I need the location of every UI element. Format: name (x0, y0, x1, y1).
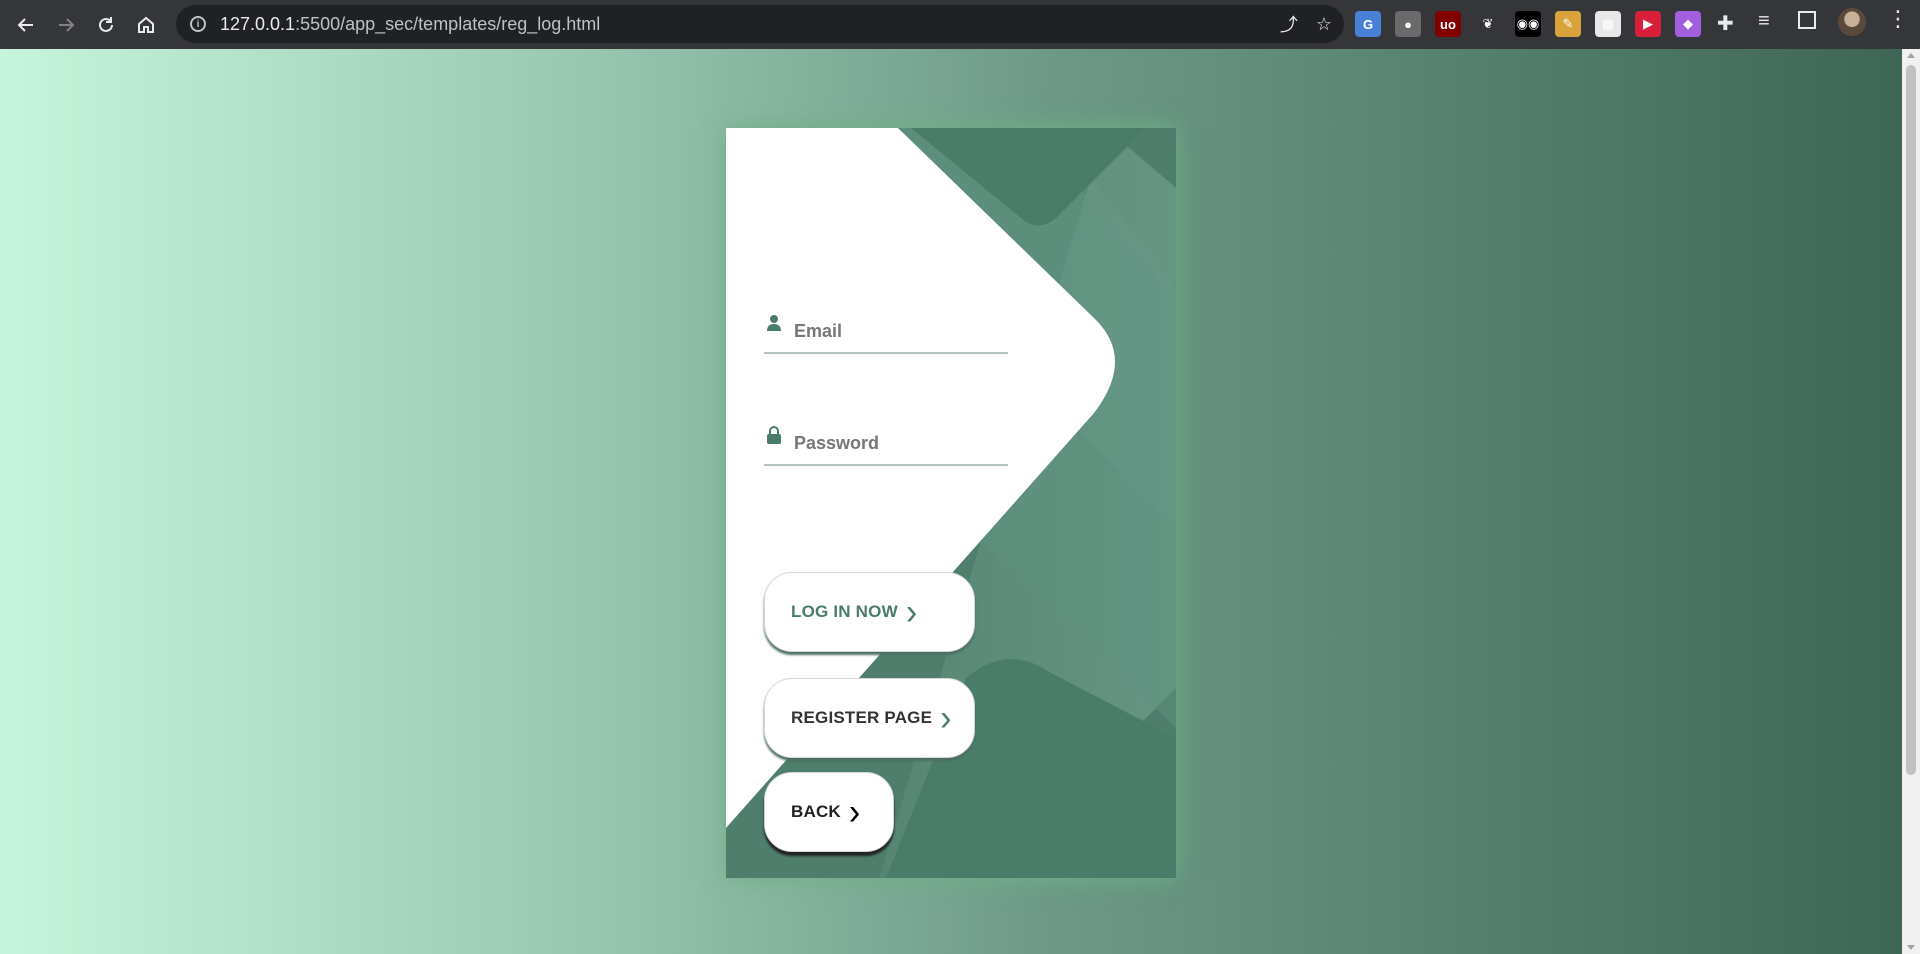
email-input[interactable] (794, 316, 1004, 346)
chevron-right-icon: › (848, 791, 861, 833)
lock-icon (767, 426, 781, 444)
back-button[interactable] (6, 5, 46, 45)
login-card: LOG IN NOW › REGISTER PAGE › BACK › (726, 128, 1176, 878)
register-page-button[interactable]: REGISTER PAGE › (764, 678, 975, 758)
login-button[interactable]: LOG IN NOW › (764, 572, 975, 652)
forward-button[interactable] (46, 5, 86, 45)
login-button-label: LOG IN NOW (791, 602, 898, 621)
scrollbar-thumb[interactable] (1906, 65, 1916, 775)
url-host: 127.0.0.1 (220, 13, 296, 34)
page-scrollbar[interactable] (1902, 49, 1920, 954)
reload-icon (99, 16, 113, 32)
share-icon[interactable]: ⤴ (1280, 11, 1298, 37)
url-text: 127.0.0.1:5500/app_sec/templates/reg_log… (220, 14, 600, 35)
extensions-bar: G ● uo ❦ ◉◉ ✎ ▦ ▶ ◆ (1355, 5, 1701, 43)
chevron-right-icon: › (905, 591, 918, 633)
translate-extension-icon[interactable]: G (1355, 11, 1381, 37)
puzzle-extensions-icon[interactable]: ✚ (1717, 11, 1734, 36)
gray-extension-icon[interactable]: ● (1395, 11, 1421, 37)
email-field (764, 296, 1008, 354)
profile-avatar[interactable] (1838, 8, 1866, 36)
ublock-extension-icon[interactable]: uo (1435, 11, 1461, 37)
colorful-extension-icon[interactable]: ✎ (1555, 11, 1581, 37)
site-info-icon[interactable]: i (190, 16, 206, 32)
home-icon (138, 16, 154, 33)
back-button-label: BACK (791, 802, 841, 821)
card-decoration (726, 128, 1176, 878)
arrow-left-icon (17, 17, 33, 32)
browser-toolbar: i 127.0.0.1:5500/app_sec/templates/reg_l… (0, 0, 1920, 49)
mask-extension-icon[interactable]: ◉◉ (1515, 11, 1541, 37)
snapshot-extension-icon[interactable]: ▦ (1595, 11, 1621, 37)
scroll-up-arrow-icon[interactable] (1907, 53, 1915, 58)
url-path: :5500/app_sec/templates/reg_log.html (295, 13, 601, 34)
arrow-right-icon (59, 17, 75, 32)
password-input[interactable] (794, 428, 1004, 458)
bookmark-star-icon[interactable]: ☆ (1316, 14, 1332, 35)
media-control-icon[interactable]: ≡ (1758, 10, 1770, 33)
register-button-label: REGISTER PAGE (791, 708, 933, 727)
home-button[interactable] (126, 5, 166, 45)
red-play-extension-icon[interactable]: ▶ (1635, 11, 1661, 37)
gnome-extension-icon[interactable]: ❦ (1475, 11, 1501, 37)
side-panel-icon[interactable] (1798, 11, 1816, 29)
kebab-menu-icon[interactable]: ⋮ (1887, 8, 1909, 30)
address-bar[interactable]: i 127.0.0.1:5500/app_sec/templates/reg_l… (176, 5, 1344, 43)
page-background: LOG IN NOW › REGISTER PAGE › BACK › (0, 49, 1902, 954)
back-page-button[interactable]: BACK › (764, 772, 894, 852)
chevron-right-icon: › (940, 697, 952, 739)
scroll-down-arrow-icon[interactable] (1907, 945, 1915, 950)
user-icon (767, 315, 781, 331)
purple-extension-icon[interactable]: ◆ (1675, 11, 1701, 37)
reload-button[interactable] (86, 5, 126, 45)
password-field (764, 408, 1008, 466)
